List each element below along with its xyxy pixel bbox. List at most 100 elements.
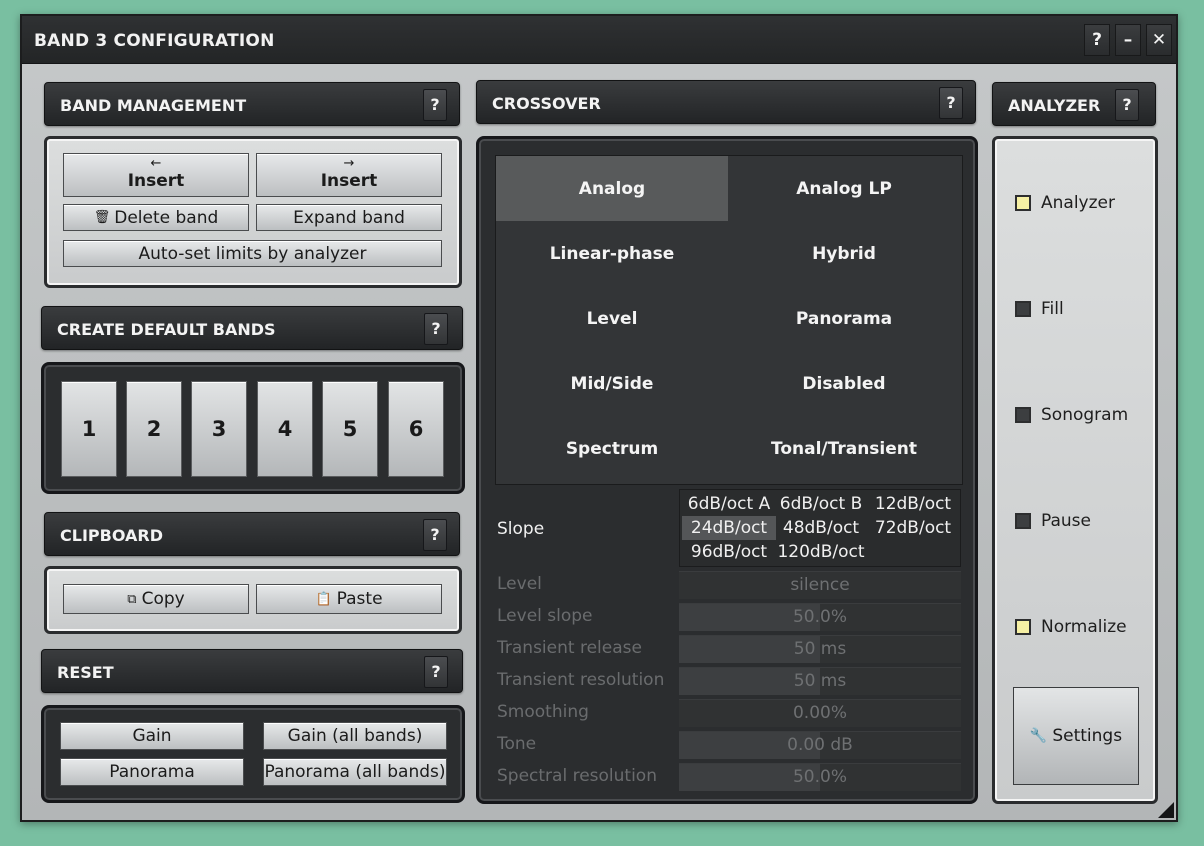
checkbox-label: Sonogram xyxy=(1041,405,1129,425)
close-button[interactable]: ✕ xyxy=(1146,24,1172,56)
slope-option-selected[interactable]: 24dB/oct xyxy=(682,516,776,540)
clipboard-panel: ⧉ Copy 📋 Paste xyxy=(44,566,462,634)
title-bar[interactable]: BAND 3 CONFIGURATION ? – ✕ xyxy=(22,16,1176,64)
window-help-button[interactable]: ? xyxy=(1084,24,1110,56)
param-spectral-resolution-slider[interactable]: 50.0% xyxy=(679,763,961,791)
slope-selector: 6dB/oct A 6dB/oct B 12dB/oct 24dB/oct 48… xyxy=(679,489,961,567)
create-default-bands-panel: 1 2 3 4 5 6 xyxy=(41,362,465,494)
param-label: Transient resolution xyxy=(497,670,665,690)
band-management-title: BAND MANAGEMENT xyxy=(60,96,247,115)
param-row-transient-resolution: Transient resolution 50 ms xyxy=(495,665,961,697)
resize-grip-icon[interactable] xyxy=(1158,802,1174,818)
settings-button[interactable]: 🔧 Settings xyxy=(1013,687,1139,785)
crossover-mode-spectrum[interactable]: Spectrum xyxy=(496,416,728,481)
param-value: 50 ms xyxy=(793,639,847,659)
param-smoothing-slider[interactable]: 0.00% xyxy=(679,699,961,727)
reset-panorama-all-button[interactable]: Panorama (all bands) xyxy=(263,758,447,786)
checkbox-label: Fill xyxy=(1041,299,1064,319)
param-tone-slider[interactable]: 0.00 dB xyxy=(679,731,961,759)
slope-label: Slope xyxy=(497,519,545,539)
default-bands-1-button[interactable]: 1 xyxy=(61,381,117,477)
clipboard-title: CLIPBOARD xyxy=(60,526,163,545)
checkbox-label: Analyzer xyxy=(1041,193,1115,213)
slope-option[interactable]: 6dB/oct A xyxy=(682,492,776,516)
copy-icon: ⧉ xyxy=(127,591,137,607)
reset-gain-all-button[interactable]: Gain (all bands) xyxy=(263,722,447,750)
default-bands-2-button[interactable]: 2 xyxy=(126,381,182,477)
param-label: Transient release xyxy=(497,638,642,658)
delete-band-label: Delete band xyxy=(114,207,219,228)
crossover-mode-level[interactable]: Level xyxy=(496,286,728,351)
pause-checkbox[interactable]: Pause xyxy=(1015,511,1091,531)
param-value: 0.00% xyxy=(792,703,847,723)
paste-icon: 📋 xyxy=(315,591,332,607)
checkbox-box xyxy=(1015,301,1031,317)
reset-gain-button[interactable]: Gain xyxy=(60,722,244,750)
delete-band-button[interactable]: 🗑 Delete band xyxy=(63,204,249,231)
auto-set-limits-button[interactable]: Auto-set limits by analyzer xyxy=(63,240,442,267)
param-level-slider[interactable]: silence xyxy=(679,571,961,599)
sonogram-checkbox[interactable]: Sonogram xyxy=(1015,405,1128,425)
param-row-smoothing: Smoothing 0.00% xyxy=(495,697,961,729)
param-label: Tone xyxy=(497,734,537,754)
slope-option[interactable]: 96dB/oct xyxy=(682,540,776,564)
paste-button[interactable]: 📋 Paste xyxy=(256,584,442,614)
default-bands-6-button[interactable]: 6 xyxy=(388,381,444,477)
param-label: Spectral resolution xyxy=(497,766,657,786)
slope-option[interactable]: 12dB/oct xyxy=(866,492,960,516)
trash-icon: 🗑 xyxy=(93,210,111,225)
insert-band-right-button[interactable]: → Insert xyxy=(256,153,442,197)
slope-option[interactable]: 48dB/oct xyxy=(774,516,868,540)
crossover-mode-tonal-transient[interactable]: Tonal/Transient xyxy=(728,416,960,481)
crossover-mode-panorama[interactable]: Panorama xyxy=(728,286,960,351)
arrow-right-icon: → xyxy=(343,156,355,171)
copy-button[interactable]: ⧉ Copy xyxy=(63,584,249,614)
param-label: Level xyxy=(497,574,542,594)
crossover-help-button[interactable]: ? xyxy=(939,87,963,119)
checkbox-label: Normalize xyxy=(1041,617,1127,637)
settings-label: Settings xyxy=(1052,726,1123,746)
param-row-spectral-resolution: Spectral resolution 50.0% xyxy=(495,761,961,793)
default-bands-4-button[interactable]: 4 xyxy=(257,381,313,477)
param-transient-release-slider[interactable]: 50 ms xyxy=(679,635,961,663)
insert-right-label: Insert xyxy=(320,171,378,191)
clipboard-help-button[interactable]: ? xyxy=(423,519,447,551)
insert-left-label: Insert xyxy=(127,171,185,191)
param-row-tone: Tone 0.00 dB xyxy=(495,729,961,761)
param-value: 50.0% xyxy=(792,767,847,787)
insert-band-left-button[interactable]: ← Insert xyxy=(63,153,249,197)
slope-option[interactable]: 120dB/oct xyxy=(774,540,868,564)
param-transient-resolution-slider[interactable]: 50 ms xyxy=(679,667,961,695)
analyzer-checkbox[interactable]: Analyzer xyxy=(1015,193,1115,213)
param-level-slope-slider[interactable]: 50.0% xyxy=(679,603,961,631)
slope-option[interactable]: 72dB/oct xyxy=(866,516,960,540)
band-management-header: BAND MANAGEMENT ? xyxy=(44,82,460,126)
crossover-mode-disabled[interactable]: Disabled xyxy=(728,351,960,416)
default-bands-5-button[interactable]: 5 xyxy=(322,381,378,477)
expand-band-button[interactable]: Expand band xyxy=(256,204,442,231)
band-management-panel: ← Insert → Insert 🗑 Delete band Expand b… xyxy=(44,136,462,288)
band-management-help-button[interactable]: ? xyxy=(423,89,447,121)
default-bands-3-button[interactable]: 3 xyxy=(191,381,247,477)
crossover-header: CROSSOVER ? xyxy=(476,80,976,124)
crossover-mode-hybrid[interactable]: Hybrid xyxy=(728,221,960,286)
checkbox-box xyxy=(1015,619,1031,635)
crossover-mode-analog[interactable]: Analog xyxy=(496,156,728,221)
minimize-button[interactable]: – xyxy=(1115,24,1141,56)
crossover-mode-linear-phase[interactable]: Linear-phase xyxy=(496,221,728,286)
window-title: BAND 3 CONFIGURATION xyxy=(34,31,275,51)
crossover-mode-mid-side[interactable]: Mid/Side xyxy=(496,351,728,416)
create-default-bands-title: CREATE DEFAULT BANDS xyxy=(57,320,276,339)
crossover-mode-analog-lp[interactable]: Analog LP xyxy=(728,156,960,221)
fill-checkbox[interactable]: Fill xyxy=(1015,299,1064,319)
analyzer-help-button[interactable]: ? xyxy=(1115,89,1139,121)
reset-help-button[interactable]: ? xyxy=(424,656,448,688)
reset-panorama-button[interactable]: Panorama xyxy=(60,758,244,786)
param-label: Smoothing xyxy=(497,702,589,722)
normalize-checkbox[interactable]: Normalize xyxy=(1015,617,1127,637)
arrow-left-icon: ← xyxy=(150,156,162,171)
slope-option[interactable]: 6dB/oct B xyxy=(774,492,868,516)
reset-header: RESET ? xyxy=(41,649,463,693)
create-default-bands-help-button[interactable]: ? xyxy=(424,313,448,345)
param-row-level: Level silence xyxy=(495,569,961,601)
